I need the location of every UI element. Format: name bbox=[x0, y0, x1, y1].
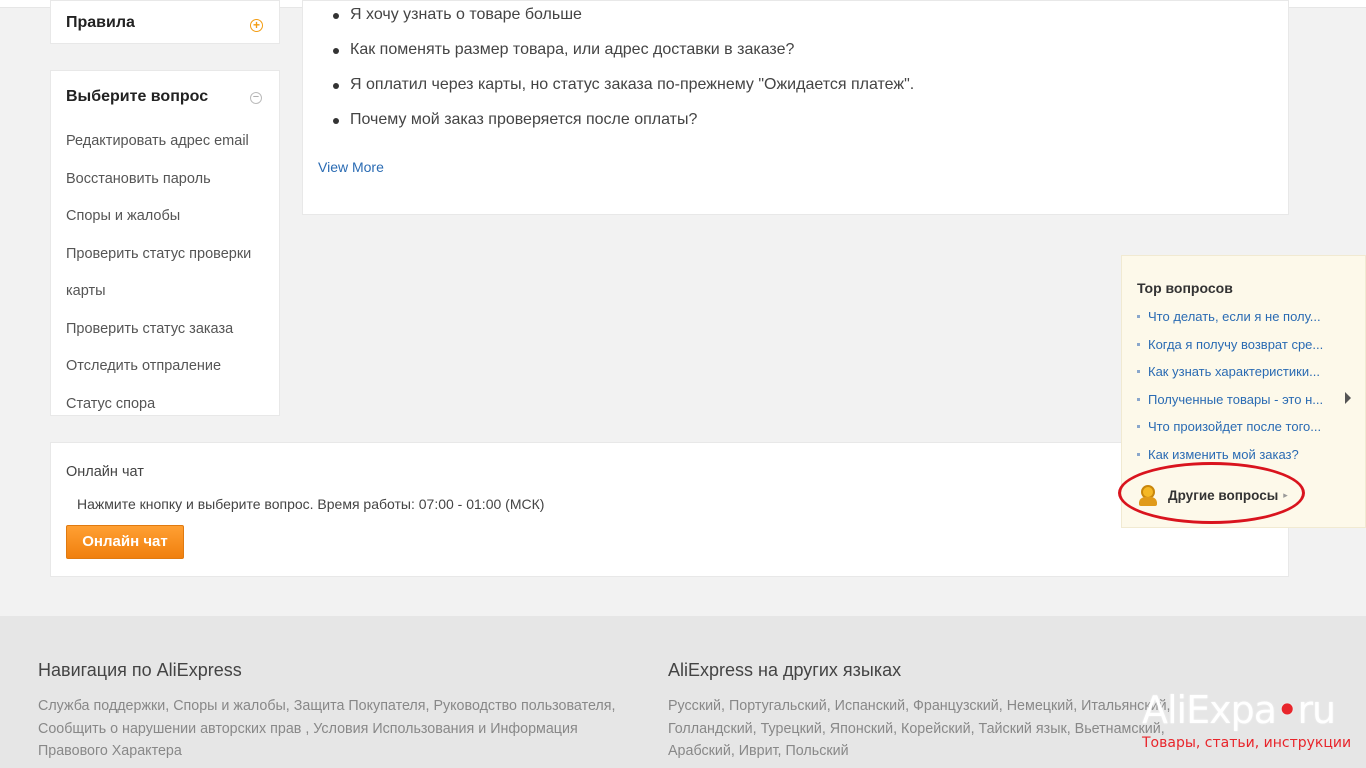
top-question-link[interactable]: Полученные товары - это н... bbox=[1137, 386, 1329, 414]
question-panel: Выберите вопрос − Редактировать адрес em… bbox=[50, 70, 280, 416]
question-item-card-check-status[interactable]: Проверить статус проверки bbox=[66, 236, 251, 274]
footer-nav-links[interactable]: Служба поддержки, Споры и жалобы, Защита… bbox=[38, 695, 628, 763]
top-question-link[interactable]: Что делать, если я не полу... bbox=[1137, 303, 1329, 331]
collapse-minus-icon[interactable]: − bbox=[250, 92, 262, 104]
faq-list: Я хочу узнать о товаре больше Как поменя… bbox=[333, 1, 914, 142]
faq-item[interactable]: Как поменять размер товара, или адрес до… bbox=[333, 37, 914, 72]
top-questions-title: Top вопросов bbox=[1137, 280, 1233, 296]
question-item-dispute-status[interactable]: Статус спора bbox=[66, 386, 251, 424]
question-item-restore-password[interactable]: Восстановить пароль bbox=[66, 161, 251, 199]
top-questions-panel: Top вопросов Что делать, если я не полу.… bbox=[1121, 255, 1366, 528]
footer-nav-title: Навигация по AliExpress bbox=[38, 660, 242, 680]
footer-languages-links[interactable]: Русский, Португальский, Испанский, Франц… bbox=[668, 695, 1188, 763]
aliexpa-subtitle: Товары, статьи, инструкции bbox=[1142, 735, 1352, 751]
question-item-card-check-status-cont[interactable]: карты bbox=[66, 273, 251, 311]
question-panel-title: Выберите вопрос bbox=[66, 88, 209, 105]
top-question-link[interactable]: Что произойдет после того... bbox=[1137, 413, 1329, 441]
other-questions-label: Другие вопросы bbox=[1168, 487, 1279, 503]
support-agent-icon bbox=[1137, 483, 1159, 507]
top-question-link[interactable]: Как изменить мой заказ? bbox=[1137, 441, 1329, 469]
faq-item[interactable]: Я оплатил через карты, но статус заказа … bbox=[333, 72, 914, 107]
question-list: Редактировать адрес email Восстановить п… bbox=[66, 123, 251, 423]
top-question-link[interactable]: Когда я получу возврат сре... bbox=[1137, 331, 1329, 359]
chat-description: Нажмите кнопку и выберите вопрос. Время … bbox=[77, 496, 545, 512]
faq-item[interactable]: Почему мой заказ проверяется после оплат… bbox=[333, 107, 914, 142]
online-chat-button[interactable]: Онлайн чат bbox=[66, 525, 184, 559]
question-item-disputes[interactable]: Споры и жалобы bbox=[66, 198, 251, 236]
top-question-link[interactable]: Как узнать характеристики... bbox=[1137, 358, 1329, 386]
other-questions-button[interactable]: Другие вопросы ▸ bbox=[1137, 482, 1288, 508]
rules-title: Правила bbox=[66, 14, 135, 31]
view-more-link[interactable]: View More bbox=[318, 159, 384, 175]
aliexpa-watermark: AliExpa•ru Товары, статьи, инструкции bbox=[1136, 688, 1366, 768]
question-item-track-shipment[interactable]: Отследить отпраление bbox=[66, 348, 251, 386]
faq-item[interactable]: Я хочу узнать о товаре больше bbox=[333, 2, 914, 37]
aliexpa-logo: AliExpa•ru bbox=[1142, 688, 1336, 732]
question-item-edit-email[interactable]: Редактировать адрес email bbox=[66, 123, 251, 161]
chat-title: Онлайн чат bbox=[66, 464, 144, 480]
faq-panel: Я хочу узнать о товаре больше Как поменя… bbox=[302, 0, 1289, 215]
chevron-right-icon: ▸ bbox=[1283, 489, 1288, 500]
expand-plus-icon[interactable]: + bbox=[250, 19, 263, 32]
footer-languages-title: AliExpress на других языках bbox=[668, 660, 902, 680]
online-chat-panel: Онлайн чат Нажмите кнопку и выберите воп… bbox=[50, 442, 1289, 577]
top-questions-list: Что делать, если я не полу... Когда я по… bbox=[1137, 303, 1329, 468]
rules-panel[interactable]: Правила + bbox=[50, 0, 280, 44]
question-item-order-status[interactable]: Проверить статус заказа bbox=[66, 311, 251, 349]
collapse-panel-arrow-icon[interactable] bbox=[1345, 392, 1351, 404]
